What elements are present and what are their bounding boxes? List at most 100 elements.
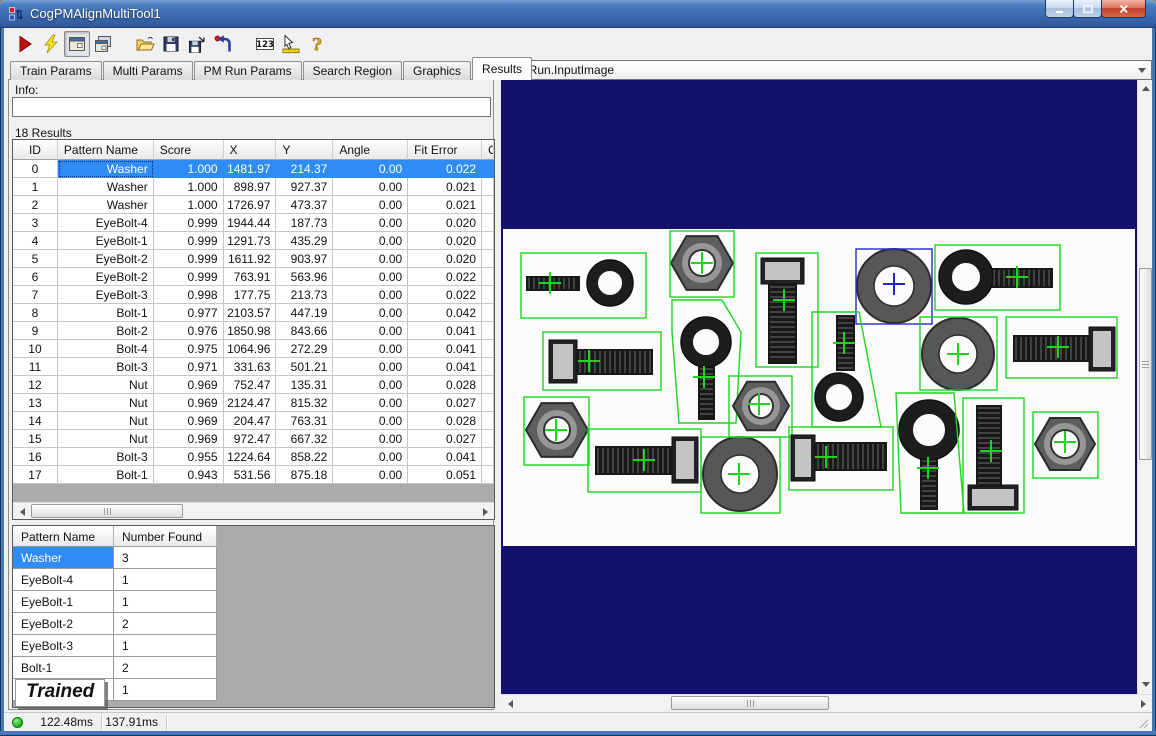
scroll-right-arrow[interactable]: [1135, 696, 1151, 711]
cell[interactable]: [482, 358, 494, 376]
cell[interactable]: [482, 466, 494, 484]
result-row[interactable]: 4EyeBolt-10.9991291.73435.290.000.020: [13, 232, 494, 250]
cell[interactable]: 0.00: [333, 412, 408, 430]
cell[interactable]: 8: [13, 304, 58, 322]
cell[interactable]: 4: [13, 232, 58, 250]
cell[interactable]: 531.56: [224, 466, 277, 484]
cell[interactable]: 11: [13, 358, 58, 376]
cell[interactable]: 667.32: [276, 430, 333, 448]
result-row[interactable]: 6EyeBolt-20.999763.91563.960.000.022: [13, 268, 494, 286]
cell[interactable]: 213.73: [276, 286, 333, 304]
cell[interactable]: 1611.92: [224, 250, 277, 268]
cell[interactable]: EyeBolt-2: [58, 268, 154, 286]
title-bar[interactable]: CogPMAlignMultiTool1: [0, 0, 1156, 28]
cell[interactable]: 3: [13, 214, 58, 232]
cell[interactable]: 2: [114, 657, 217, 679]
cell[interactable]: 0.999: [154, 232, 224, 250]
cell[interactable]: 0.00: [333, 466, 408, 484]
cell[interactable]: 898.97: [224, 178, 277, 196]
show-embedded-control-button[interactable]: [64, 31, 90, 57]
result-row[interactable]: 0Washer1.0001481.97214.370.000.022: [13, 160, 494, 178]
cell[interactable]: Bolt-1: [13, 657, 114, 679]
cell[interactable]: 0.998: [154, 286, 224, 304]
cell[interactable]: 0.969: [154, 376, 224, 394]
cell[interactable]: 927.37: [276, 178, 333, 196]
cell[interactable]: 0.020: [408, 232, 482, 250]
cell[interactable]: 3: [114, 547, 217, 569]
result-row[interactable]: 16Bolt-30.9551224.64858.220.000.041: [13, 448, 494, 466]
tab-pm-run-params[interactable]: PM Run Params: [194, 61, 302, 80]
tab-multi-params[interactable]: Multi Params: [103, 61, 193, 80]
summary-row[interactable]: EyeBolt-31: [13, 635, 494, 657]
cell[interactable]: 972.47: [224, 430, 277, 448]
result-row[interactable]: 8Bolt-10.9772103.57447.190.000.042: [13, 304, 494, 322]
summary-row[interactable]: EyeBolt-41: [13, 569, 494, 591]
cell[interactable]: 1224.64: [224, 448, 277, 466]
cell[interactable]: 15: [13, 430, 58, 448]
help-button[interactable]: ?: [304, 31, 330, 57]
cell[interactable]: 0.943: [154, 466, 224, 484]
maximize-button[interactable]: [1073, 0, 1102, 18]
cell[interactable]: 763.31: [276, 412, 333, 430]
cell[interactable]: [482, 178, 494, 196]
cell[interactable]: EyeBolt-4: [58, 214, 154, 232]
result-row[interactable]: 17Bolt-10.943531.56875.180.000.051: [13, 466, 494, 484]
cell[interactable]: [482, 448, 494, 466]
cell[interactable]: 0.00: [333, 322, 408, 340]
column-header[interactable]: Fit Error: [408, 140, 482, 160]
cell[interactable]: 10: [13, 340, 58, 358]
cell[interactable]: 2124.47: [224, 394, 277, 412]
cell[interactable]: 0.999: [154, 214, 224, 232]
summary-row[interactable]: EyeBolt-11: [13, 591, 494, 613]
cell[interactable]: 0.999: [154, 250, 224, 268]
result-row[interactable]: 11Bolt-30.971331.63501.210.000.041: [13, 358, 494, 376]
scroll-thumb[interactable]: [1139, 268, 1152, 460]
cell[interactable]: 0.021: [408, 178, 482, 196]
column-header[interactable]: Pattern Name: [58, 140, 154, 160]
cell[interactable]: Washer: [58, 196, 154, 214]
cell[interactable]: 0: [13, 160, 58, 178]
cell[interactable]: 0.00: [333, 340, 408, 358]
cell[interactable]: 0.00: [333, 394, 408, 412]
cell[interactable]: 0.020: [408, 214, 482, 232]
result-row[interactable]: 12Nut0.969752.47135.310.000.028: [13, 376, 494, 394]
column-header[interactable]: Number Found: [114, 526, 217, 547]
tab-search-region[interactable]: Search Region: [303, 61, 402, 80]
cell[interactable]: 763.91: [224, 268, 277, 286]
cell[interactable]: 0.022: [408, 160, 482, 178]
column-header[interactable]: ID: [13, 140, 58, 160]
cell[interactable]: 1: [114, 591, 217, 613]
result-row[interactable]: 13Nut0.9692124.47815.320.000.027: [13, 394, 494, 412]
save-as-button[interactable]: [184, 31, 210, 57]
cell[interactable]: 5: [13, 250, 58, 268]
cell[interactable]: 0.00: [333, 196, 408, 214]
image-hscrollbar[interactable]: [501, 694, 1152, 710]
cell[interactable]: EyeBolt-2: [13, 613, 114, 635]
cell[interactable]: 0.00: [333, 250, 408, 268]
cell[interactable]: 0.028: [408, 376, 482, 394]
cell[interactable]: Nut: [58, 412, 154, 430]
cell[interactable]: 1944.44: [224, 214, 277, 232]
cell[interactable]: 2: [13, 196, 58, 214]
cell[interactable]: [482, 286, 494, 304]
result-row[interactable]: 15Nut0.969972.47667.320.000.027: [13, 430, 494, 448]
cell[interactable]: 903.97: [276, 250, 333, 268]
scroll-thumb[interactable]: [671, 696, 829, 710]
cell[interactable]: Nut: [58, 376, 154, 394]
run-button[interactable]: [12, 31, 38, 57]
cell[interactable]: 1: [114, 679, 217, 701]
cell[interactable]: [482, 196, 494, 214]
save-button[interactable]: [158, 31, 184, 57]
cell[interactable]: 0.955: [154, 448, 224, 466]
cell[interactable]: 1.000: [154, 196, 224, 214]
cell[interactable]: 204.47: [224, 412, 277, 430]
column-header[interactable]: X: [224, 140, 277, 160]
result-row[interactable]: 2Washer1.0001726.97473.370.000.021: [13, 196, 494, 214]
cell[interactable]: 1: [13, 178, 58, 196]
cell[interactable]: 0.969: [154, 394, 224, 412]
cell[interactable]: [482, 340, 494, 358]
cell[interactable]: 1291.73: [224, 232, 277, 250]
cell[interactable]: 0.041: [408, 448, 482, 466]
cell[interactable]: 1.000: [154, 178, 224, 196]
cell[interactable]: 2103.57: [224, 304, 277, 322]
